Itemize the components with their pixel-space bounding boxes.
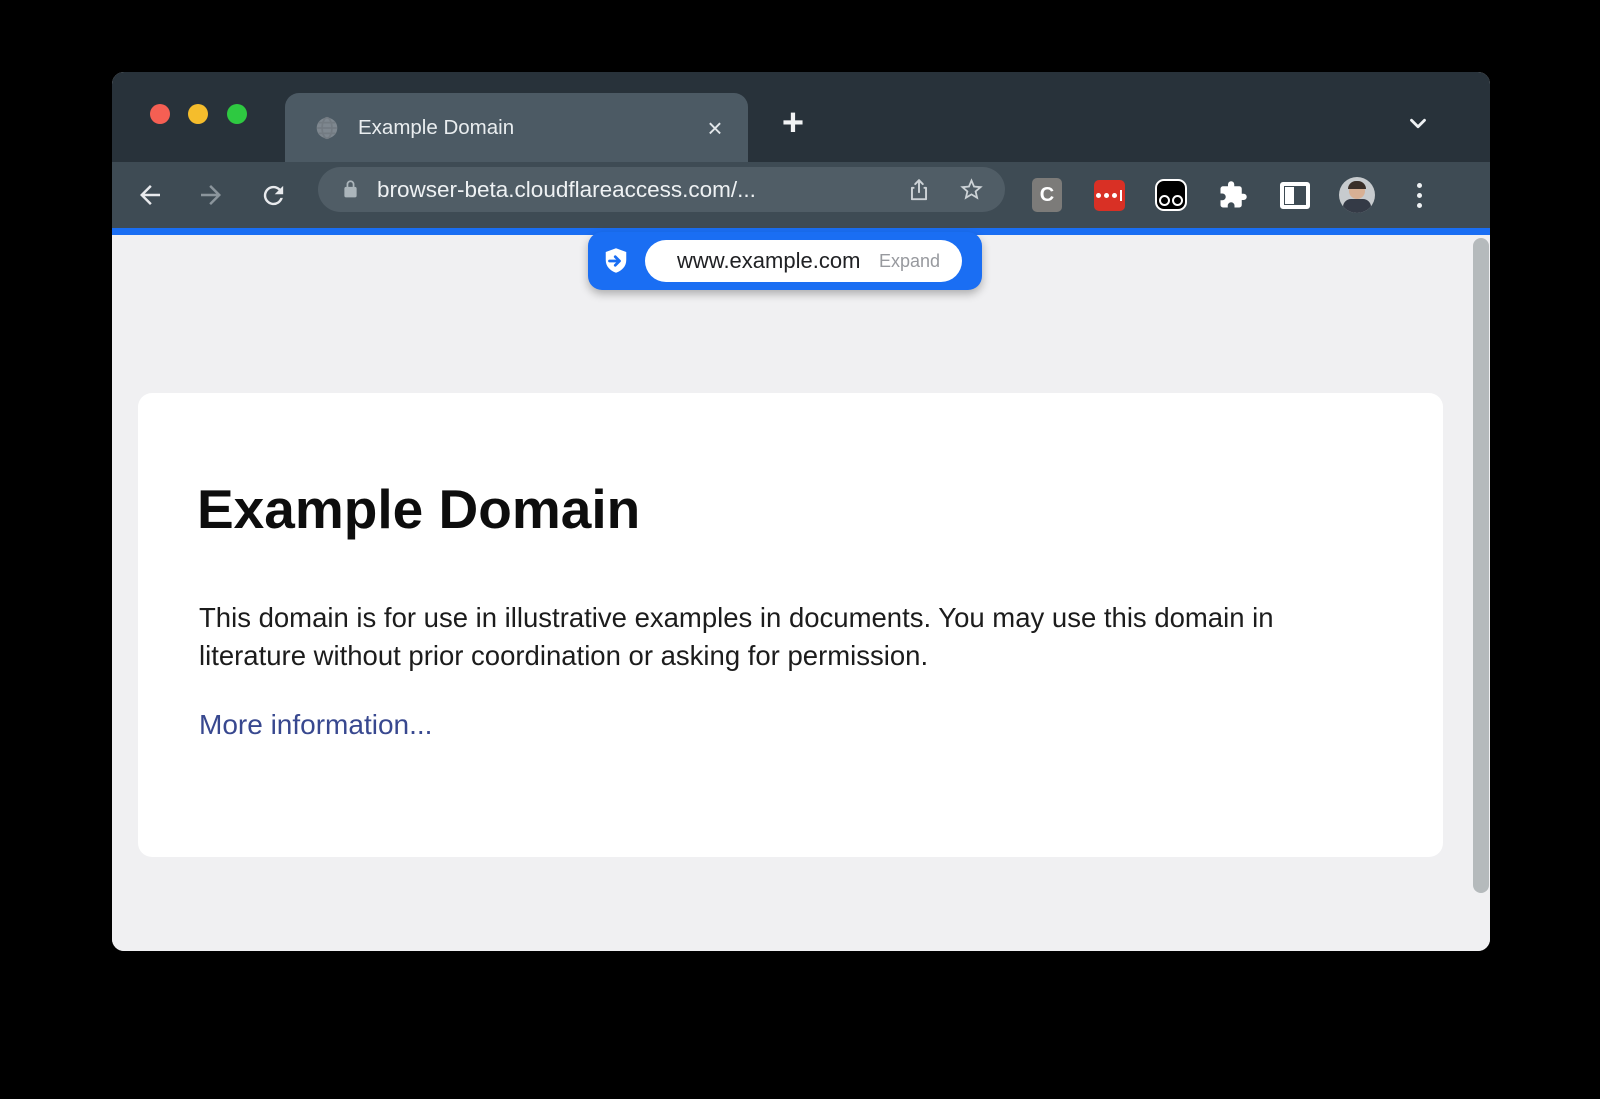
tab-title: Example Domain: [358, 116, 700, 140]
c-extension-icon: C: [1032, 178, 1062, 212]
isolation-domain-pill: www.example.com Expand: [588, 232, 982, 290]
extensions-row: C: [1016, 162, 1450, 228]
url-text[interactable]: browser-beta.cloudflareaccess.com/...: [377, 177, 906, 203]
reload-button[interactable]: [251, 162, 295, 228]
tab-example-domain[interactable]: Example Domain ×: [285, 93, 748, 162]
back-button[interactable]: [128, 162, 172, 228]
close-tab-icon[interactable]: ×: [700, 113, 730, 143]
macos-minimize-button[interactable]: [188, 104, 208, 124]
globe-favicon-icon: [314, 115, 340, 141]
isolated-domain-text: www.example.com: [677, 248, 879, 274]
expand-button[interactable]: Expand: [879, 251, 940, 272]
profile-button[interactable]: [1326, 177, 1388, 213]
browser-window: Example Domain × + browser-bet: [112, 72, 1490, 951]
tab-strip: Example Domain × +: [112, 72, 1490, 162]
isolated-domain-field: www.example.com Expand: [645, 240, 962, 282]
chevron-down-icon[interactable]: [1399, 104, 1437, 142]
scrollbar-thumb[interactable]: [1473, 238, 1489, 893]
macos-zoom-button[interactable]: [227, 104, 247, 124]
extensions-menu-button[interactable]: [1202, 180, 1264, 210]
page-title: Example Domain: [197, 477, 640, 541]
extension-camera-button[interactable]: [1140, 179, 1202, 211]
side-panel-button[interactable]: [1264, 182, 1326, 209]
more-information-link[interactable]: More information...: [199, 709, 432, 741]
extension-lastpass-button[interactable]: [1078, 180, 1140, 211]
two-lens-icon: [1155, 179, 1187, 211]
lock-icon: [340, 179, 361, 200]
three-dots-icon: [1417, 183, 1422, 208]
reload-icon: [259, 181, 288, 210]
extension-c-button[interactable]: C: [1016, 178, 1078, 212]
bookmark-star-icon[interactable]: [958, 176, 985, 203]
page-paragraph: This domain is for use in illustrative e…: [199, 599, 1349, 675]
puzzle-icon: [1218, 180, 1248, 210]
new-tab-button[interactable]: +: [774, 104, 812, 142]
macos-close-button[interactable]: [150, 104, 170, 124]
profile-avatar: [1339, 177, 1375, 213]
content-card: Example Domain This domain is for use in…: [138, 393, 1443, 857]
isolation-shield-icon: [601, 246, 631, 281]
forward-button[interactable]: [189, 162, 233, 228]
browser-menu-button[interactable]: [1388, 183, 1450, 208]
side-panel-icon: [1280, 182, 1310, 209]
arrow-left-icon: [135, 180, 165, 210]
arrow-right-icon: [196, 180, 226, 210]
address-bar[interactable]: browser-beta.cloudflareaccess.com/...: [318, 167, 1005, 212]
share-icon[interactable]: [906, 177, 932, 203]
lastpass-icon: [1094, 180, 1125, 211]
